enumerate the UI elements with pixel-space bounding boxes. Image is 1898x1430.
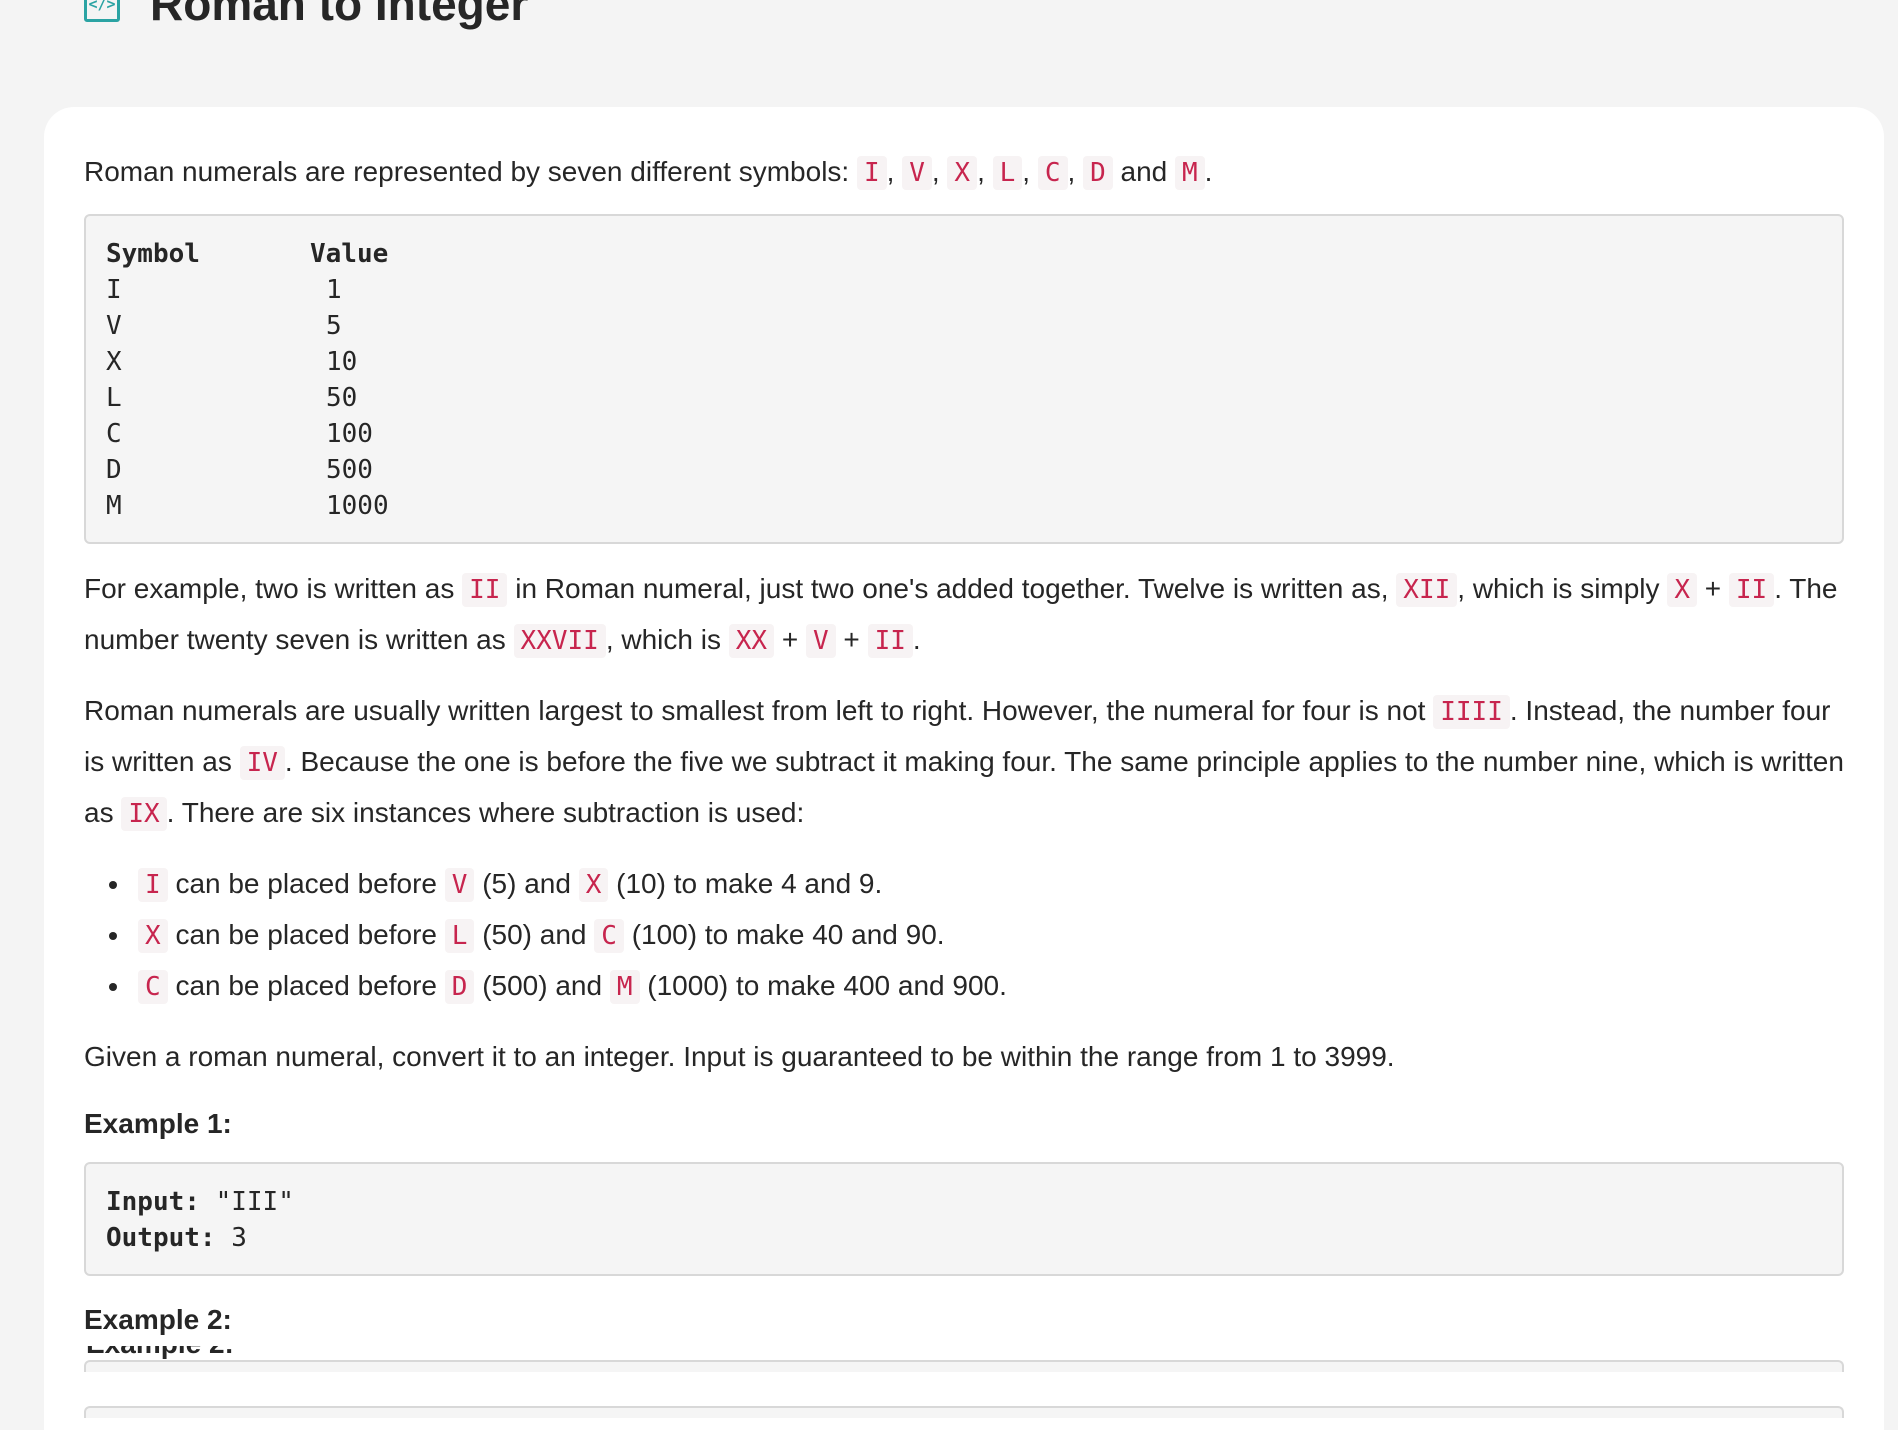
description-content: Roman numerals are represented by seven … xyxy=(84,147,1844,1418)
table-header-value: Value xyxy=(310,239,389,269)
symbol-code: V xyxy=(902,156,932,190)
numeral-code: IX xyxy=(121,797,167,831)
table-cell-value: 10 xyxy=(326,347,358,377)
table-header-symbol: Symbol xyxy=(106,239,200,269)
numeral-code: IV xyxy=(239,746,285,780)
symbol-code: X xyxy=(947,156,978,190)
table-cell-value: 1000 xyxy=(326,491,389,521)
overlay-heading-fragment: Example 2: xyxy=(86,1346,234,1362)
numeral-code: II xyxy=(462,573,508,607)
table-cell-value: 50 xyxy=(326,383,358,413)
table-cell-symbol: D xyxy=(106,455,122,485)
example-paragraph: For example, two is written as II in Rom… xyxy=(84,573,1838,658)
table-cell-symbol: L xyxy=(106,383,122,413)
example-2-code-overlay: Example 2: xyxy=(84,1346,1844,1372)
symbol-table-grid: Symbol Value I 1 V 5 X 10 L 50 C 100 D 500 M 1000 xyxy=(106,236,1822,524)
table-cell-symbol: C xyxy=(106,419,122,449)
numeral-code: XX xyxy=(728,624,775,658)
example-1-heading: Example 1: xyxy=(84,1108,232,1139)
numeral-code: X xyxy=(1667,573,1697,607)
symbol-code: D xyxy=(1083,156,1113,190)
symbol-code: M xyxy=(1175,156,1205,190)
numeral-code: II xyxy=(1728,573,1775,607)
table-cell-value: 100 xyxy=(326,419,373,449)
subtraction-rules-list: I can be placed before V (5) and X (10) … xyxy=(84,859,1844,1012)
intro-paragraph: Roman numerals are represented by seven … xyxy=(84,156,1213,190)
table-cell-value: 5 xyxy=(326,311,342,341)
symbol-code: I xyxy=(856,156,887,190)
table-cell-symbol: X xyxy=(106,347,122,377)
table-cell-symbol: V xyxy=(106,311,122,341)
symbol-code: L xyxy=(992,156,1023,190)
example-1-code: Input: "III" Output: 3 xyxy=(84,1162,1844,1276)
numeral-code: IIII xyxy=(1433,695,1510,729)
description-card: Roman numerals are represented by seven … xyxy=(44,107,1884,1430)
subtraction-paragraph: Roman numerals are usually written large… xyxy=(84,695,1844,831)
example-2-code xyxy=(84,1406,1844,1418)
table-cell-symbol: M xyxy=(106,491,122,521)
table-cell-symbol: I xyxy=(106,275,122,305)
numeral-code: V xyxy=(805,624,836,658)
table-cell-value: 500 xyxy=(326,455,373,485)
code-icon: </> xyxy=(84,0,120,22)
problem-page: </> Roman to Integer Roman numerals are … xyxy=(0,0,1898,1430)
table-cell-value: 1 xyxy=(326,275,342,305)
list-item: X can be placed before L (50) and C (100… xyxy=(132,910,1844,961)
task-paragraph: Given a roman numeral, convert it to an … xyxy=(84,1041,1395,1072)
problem-title: Roman to Integer xyxy=(150,0,529,30)
symbol-value-table: Symbol Value I 1 V 5 X 10 L 50 C 100 D 500 M 1000 xyxy=(84,214,1844,544)
numeral-code: XXVII xyxy=(513,624,606,658)
numeral-code: XII xyxy=(1396,573,1458,607)
problem-title-row: </> Roman to Integer xyxy=(84,0,528,34)
list-item: C can be placed before D (500) and M (10… xyxy=(132,961,1844,1012)
numeral-code: II xyxy=(867,624,913,658)
list-item: I can be placed before V (5) and X (10) … xyxy=(132,859,1844,910)
example-2-heading: Example 2: xyxy=(84,1304,232,1335)
symbol-code: C xyxy=(1037,156,1068,190)
